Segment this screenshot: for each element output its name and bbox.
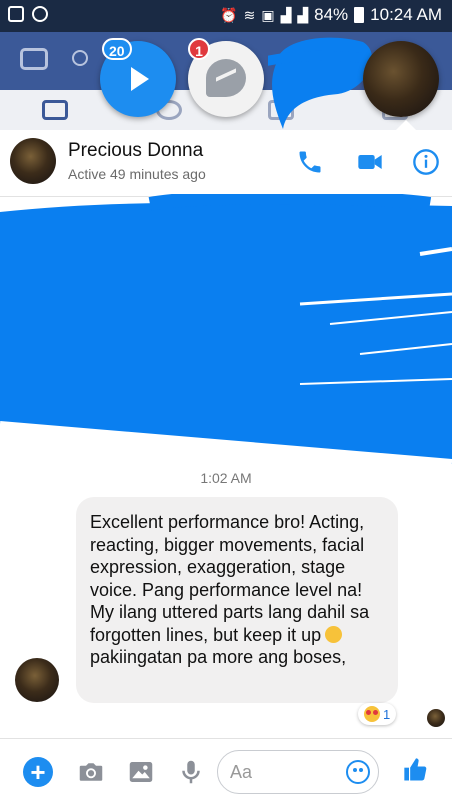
battery-icon: [354, 7, 365, 23]
messenger-unread-badge: 1: [188, 38, 210, 60]
seen-receipt-avatar: [427, 709, 445, 727]
message-reaction[interactable]: 1: [358, 703, 397, 725]
phone-icon[interactable]: [296, 148, 324, 176]
sim-icon: ▣: [261, 7, 275, 23]
redaction-scribble: [0, 194, 452, 464]
message-input-placeholder: Aa: [230, 762, 253, 782]
signal-icon: ▟: [280, 7, 292, 23]
clock: 10:24 AM: [370, 5, 442, 24]
message-composer: + Aa: [0, 738, 452, 806]
system-status: ⏰ ≋ ▣ ▟ ▟ 84% 10:24 AM: [220, 5, 442, 25]
sender-avatar[interactable]: [15, 658, 59, 702]
wifi-icon: ≋: [243, 7, 256, 23]
microphone-icon[interactable]: [176, 757, 206, 787]
contact-name[interactable]: Precious Donna: [68, 140, 203, 162]
status-bar: ⏰ ≋ ▣ ▟ ▟ 84% 10:24 AM: [0, 0, 452, 32]
chat-window: Precious Donna Active 49 minutes ago 1:0…: [0, 130, 452, 805]
message-text-end: pakiingatan pa more ang boses,: [90, 647, 347, 667]
screenshot-icon: [8, 6, 24, 22]
app-notification-icon: [32, 6, 48, 22]
active-status: Active 49 minutes ago: [68, 166, 206, 182]
news-feed-icon[interactable]: [42, 100, 68, 120]
gallery-icon[interactable]: [126, 757, 156, 787]
message-input[interactable]: Aa: [217, 750, 379, 794]
contact-chat-head[interactable]: [363, 41, 439, 117]
avatar[interactable]: [10, 138, 56, 184]
info-icon[interactable]: [412, 148, 440, 176]
message-bubble[interactable]: Excellent performance bro! Acting, react…: [76, 497, 398, 703]
heart-eyes-emoji-icon: [364, 706, 380, 722]
notification-icons: [8, 6, 48, 22]
camera-icon[interactable]: [20, 48, 48, 70]
winking-face-emoji-icon: [325, 625, 343, 643]
redaction-scribble-top: [268, 37, 373, 129]
thumbs-up-icon[interactable]: [402, 755, 430, 785]
signal-2-icon: ▟: [297, 7, 309, 23]
emoji-icon[interactable]: [346, 760, 370, 784]
conversation-header: Precious Donna Active 49 minutes ago: [0, 130, 452, 197]
video-count-badge: 20: [102, 38, 132, 60]
video-call-icon[interactable]: [356, 148, 384, 176]
alarm-icon: ⏰: [220, 7, 238, 23]
message-timestamp: 1:02 AM: [200, 470, 252, 486]
reaction-count: 1: [383, 706, 391, 722]
camera-icon[interactable]: [76, 757, 106, 787]
more-actions-button[interactable]: +: [23, 757, 53, 787]
battery-percent: 84%: [314, 5, 349, 24]
message-text: Excellent performance bro! Acting, react…: [90, 512, 370, 645]
search-icon[interactable]: [72, 50, 88, 66]
